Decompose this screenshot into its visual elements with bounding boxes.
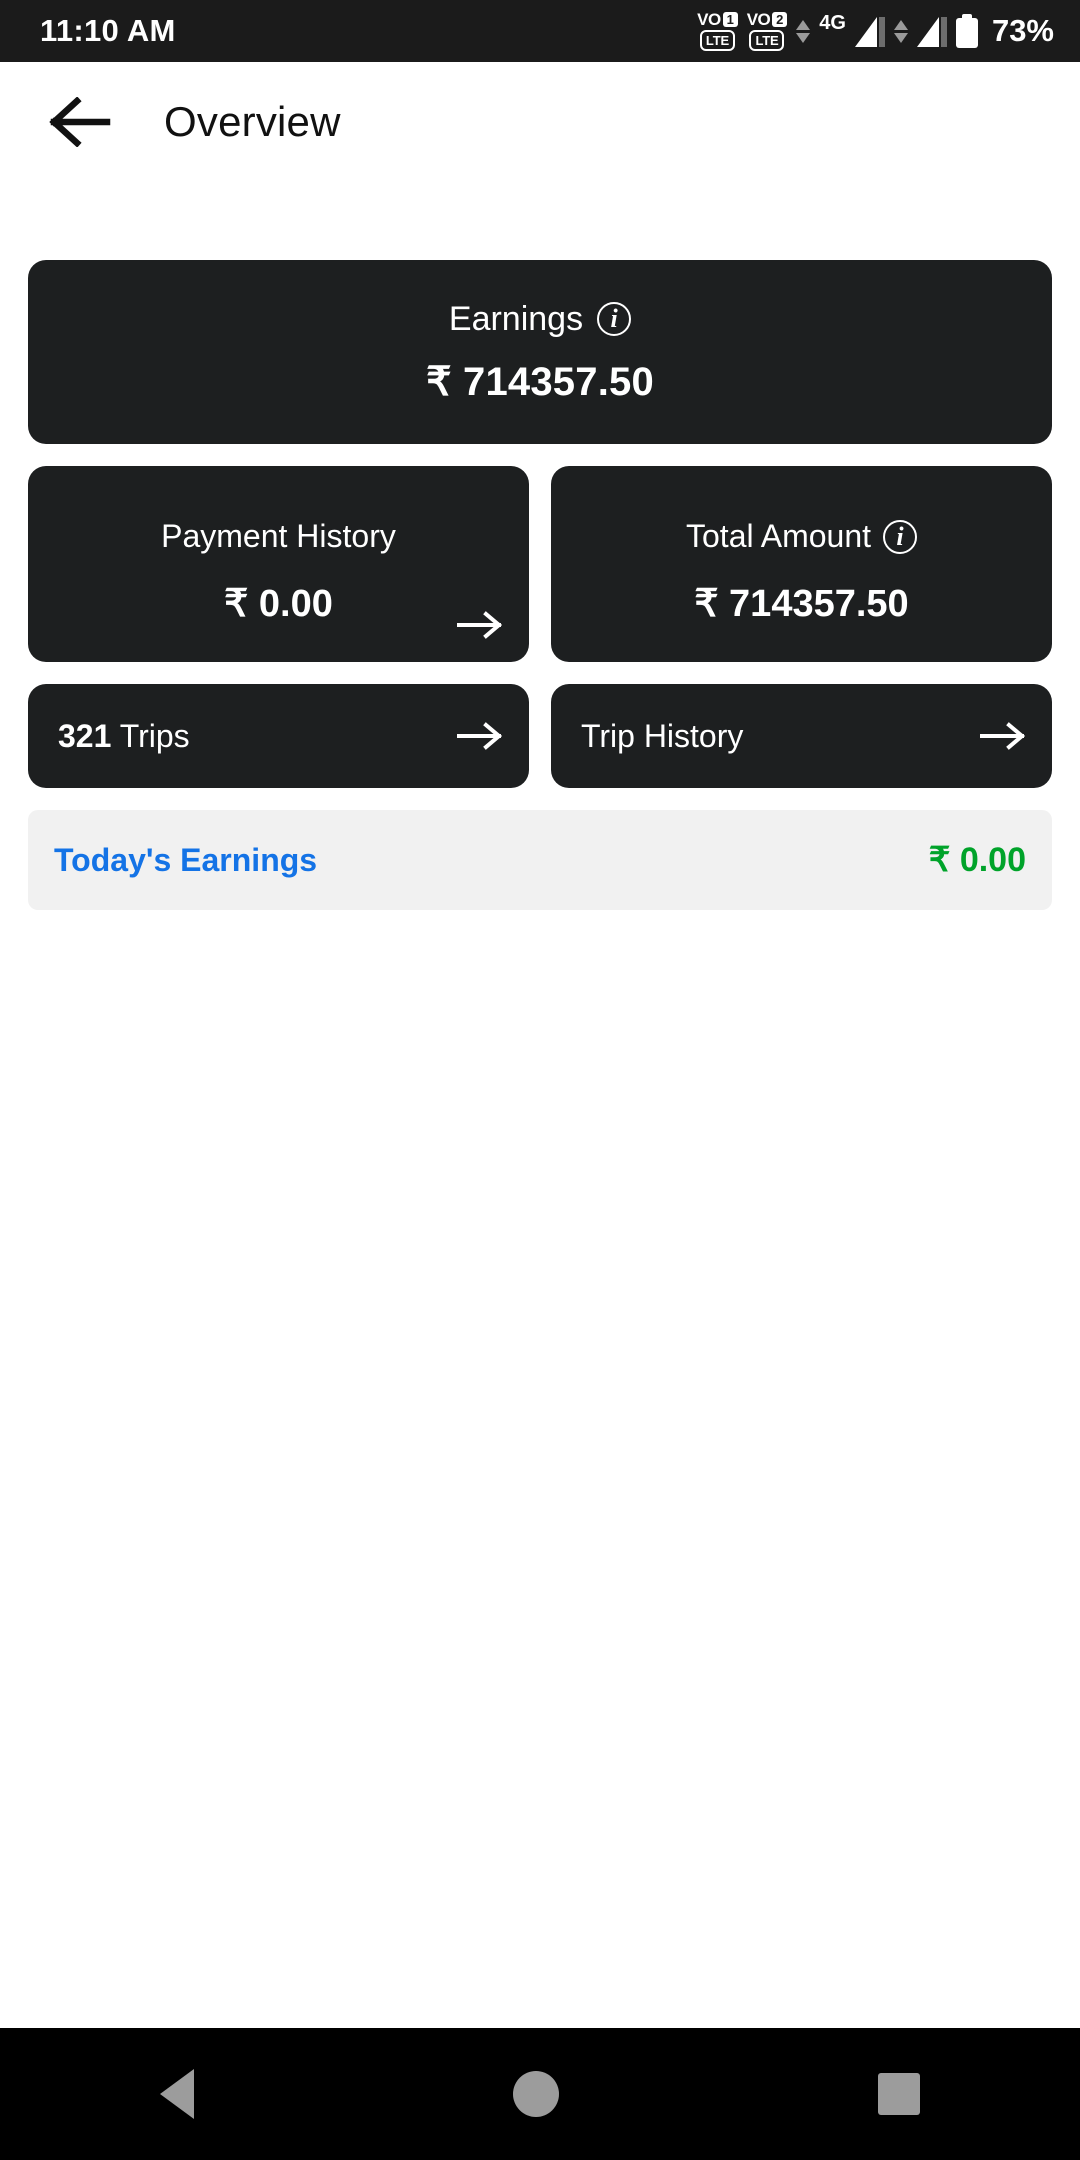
trips-label-wrap: 321 Trips <box>58 718 190 755</box>
total-amount-label-wrap: Total Amount i <box>686 518 917 555</box>
main-content: Earnings i ₹ 714357.50 Payment History ₹… <box>0 182 1080 910</box>
info-icon[interactable]: i <box>597 302 632 336</box>
app-bar: Overview <box>0 62 1080 182</box>
square-recents-icon[interactable] <box>878 2073 921 2115</box>
system-navigation-bar <box>0 2028 1080 2160</box>
sim1-volte-icon: VO 1 LTE <box>697 11 738 51</box>
sim1-vo-label: VO <box>697 10 721 29</box>
earnings-value: ₹ 714357.50 <box>426 359 654 404</box>
arrow-right-icon[interactable] <box>980 721 1026 751</box>
status-time: 11:10 AM <box>40 13 176 48</box>
arrow-right-icon[interactable] <box>457 610 503 640</box>
sim2-lte-label: LTE <box>749 30 785 51</box>
trips-card[interactable]: 321 Trips <box>28 684 529 788</box>
battery-icon <box>955 14 978 48</box>
arrow-right-icon[interactable] <box>457 721 503 751</box>
earnings-card[interactable]: Earnings i ₹ 714357.50 <box>28 260 1052 444</box>
total-amount-value: ₹ 714357.50 <box>694 583 909 625</box>
signal-strength-sim1-icon <box>854 15 885 47</box>
network-type-label: 4G <box>819 11 846 34</box>
total-amount-card[interactable]: Total Amount i ₹ 714357.50 <box>551 466 1052 662</box>
signal-strength-sim2-icon <box>916 15 947 47</box>
payment-history-card[interactable]: Payment History ₹ 0.00 <box>28 466 529 662</box>
trip-history-label: Trip History <box>581 717 744 754</box>
info-icon[interactable]: i <box>883 519 917 554</box>
sim2-vo-label: VO <box>746 10 771 29</box>
todays-earnings-value: ₹ 0.00 <box>928 841 1026 879</box>
trips-label: Trips <box>119 717 190 754</box>
status-bar: 11:10 AM VO 1 LTE VO 2 LTE 4G 73% <box>0 0 1080 62</box>
status-icons: VO 1 LTE VO 2 LTE 4G 73% <box>697 11 1054 51</box>
sim2-number: 2 <box>772 12 788 27</box>
app-screen: 11:10 AM VO 1 LTE VO 2 LTE 4G 73% Overvi… <box>0 0 1080 2160</box>
arrow-left-icon <box>49 97 111 147</box>
trips-cards-row: 321 Trips Trip History <box>28 684 1052 788</box>
payment-history-label: Payment History <box>161 518 396 554</box>
payment-history-value: ₹ 0.00 <box>224 583 333 625</box>
trip-history-card[interactable]: Trip History <box>551 684 1052 788</box>
summary-cards-row: Payment History ₹ 0.00 Total Amount i ₹ <box>28 466 1052 662</box>
sim2-volte-icon: VO 2 LTE <box>747 11 788 51</box>
total-amount-label: Total Amount <box>686 518 871 554</box>
sim1-lte-label: LTE <box>699 30 735 51</box>
todays-earnings-row[interactable]: Today's Earnings ₹ 0.00 <box>28 810 1052 910</box>
sim1-number: 1 <box>722 12 738 27</box>
earnings-label: Earnings <box>448 299 584 338</box>
trips-count: 321 <box>58 717 112 754</box>
data-transfer-arrows-2-icon <box>893 19 908 43</box>
triangle-back-icon[interactable] <box>159 2069 194 2119</box>
battery-percent: 73% <box>991 13 1054 48</box>
earnings-card-header: Earnings i <box>448 299 632 339</box>
page-title: Overview <box>164 98 341 145</box>
todays-earnings-label: Today's Earnings <box>54 841 318 878</box>
circle-home-icon[interactable] <box>512 2071 559 2117</box>
back-button[interactable] <box>48 90 112 154</box>
data-transfer-arrows-icon <box>796 19 811 43</box>
